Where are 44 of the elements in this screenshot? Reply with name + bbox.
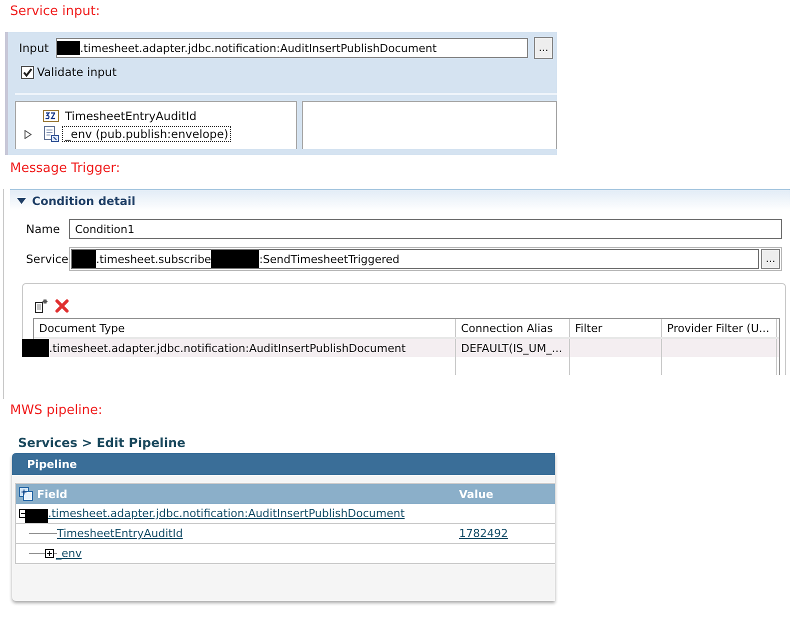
delete-icon[interactable]	[55, 299, 69, 313]
browse-button[interactable]: ...	[761, 249, 780, 269]
section-heading: Service input:	[9, 3, 101, 21]
field-link[interactable]: TimesheetEntryAuditId	[57, 527, 183, 540]
input-label: Input	[19, 41, 50, 55]
integer-icon	[43, 110, 59, 122]
column-header: Value	[459, 488, 494, 500]
breadcrumb: Services > Edit Pipeline	[17, 434, 186, 452]
table-row[interactable]: .timesheet.adapter.jdbc.notification:AuditInsertPublishDocument DEFAULT(IS_UM_...	[22, 339, 779, 357]
checkbox[interactable]	[21, 66, 34, 78]
column-header[interactable]: Filter	[570, 319, 662, 337]
redaction-bar	[57, 41, 80, 55]
field-link[interactable]: _env	[56, 547, 82, 560]
document-icon	[43, 126, 59, 142]
tree-item[interactable]: TimesheetEntryAuditId	[62, 108, 200, 124]
new-document-icon[interactable]	[33, 298, 49, 314]
redaction-bar	[22, 339, 49, 357]
panel-title-bar: Pipeline	[12, 453, 555, 475]
expand-all-icon[interactable]	[19, 487, 33, 501]
value-link[interactable]: 1782492	[459, 527, 508, 540]
tree-item[interactable]: _env (pub.publish:envelope)	[62, 126, 232, 142]
redaction-bar	[211, 250, 260, 268]
section-heading: MWS pipeline:	[9, 402, 104, 420]
redaction-bar	[25, 508, 48, 522]
section-heading: Message Trigger:	[9, 160, 122, 178]
service-label: Service	[26, 252, 69, 266]
input-field[interactable]: .timesheet.adapter.jdbc.notification:AuditInsertPublishDocument	[56, 38, 528, 58]
expand-toggle-icon[interactable]	[45, 549, 54, 558]
column-header[interactable]: Connection Alias	[456, 319, 570, 337]
collapse-triangle-icon	[17, 198, 26, 204]
expand-arrow-icon[interactable]	[24, 130, 32, 138]
browse-button[interactable]: ...	[534, 37, 553, 59]
column-header[interactable]: Provider Filter (U...	[662, 319, 777, 337]
checkbox-label: Validate input	[37, 65, 117, 79]
column-header: Field	[37, 488, 68, 500]
section-header[interactable]: Condition detail	[10, 189, 790, 211]
redaction-bar	[72, 250, 96, 268]
table-cell: .timesheet.adapter.jdbc.notification:AuditInsertPublishDocument	[49, 342, 406, 354]
field-link[interactable]: .timesheet.adapter.jdbc.notification:AuditInsertPublishDocument	[48, 507, 405, 520]
service-field[interactable]: .timesheet.subscribe :SendTimesheetTriggered	[71, 249, 759, 269]
table-cell: DEFAULT(IS_UM_...	[461, 342, 562, 354]
column-header[interactable]: Document Type	[34, 319, 456, 337]
name-label: Name	[26, 222, 61, 236]
name-field[interactable]: Condition1	[69, 219, 782, 239]
